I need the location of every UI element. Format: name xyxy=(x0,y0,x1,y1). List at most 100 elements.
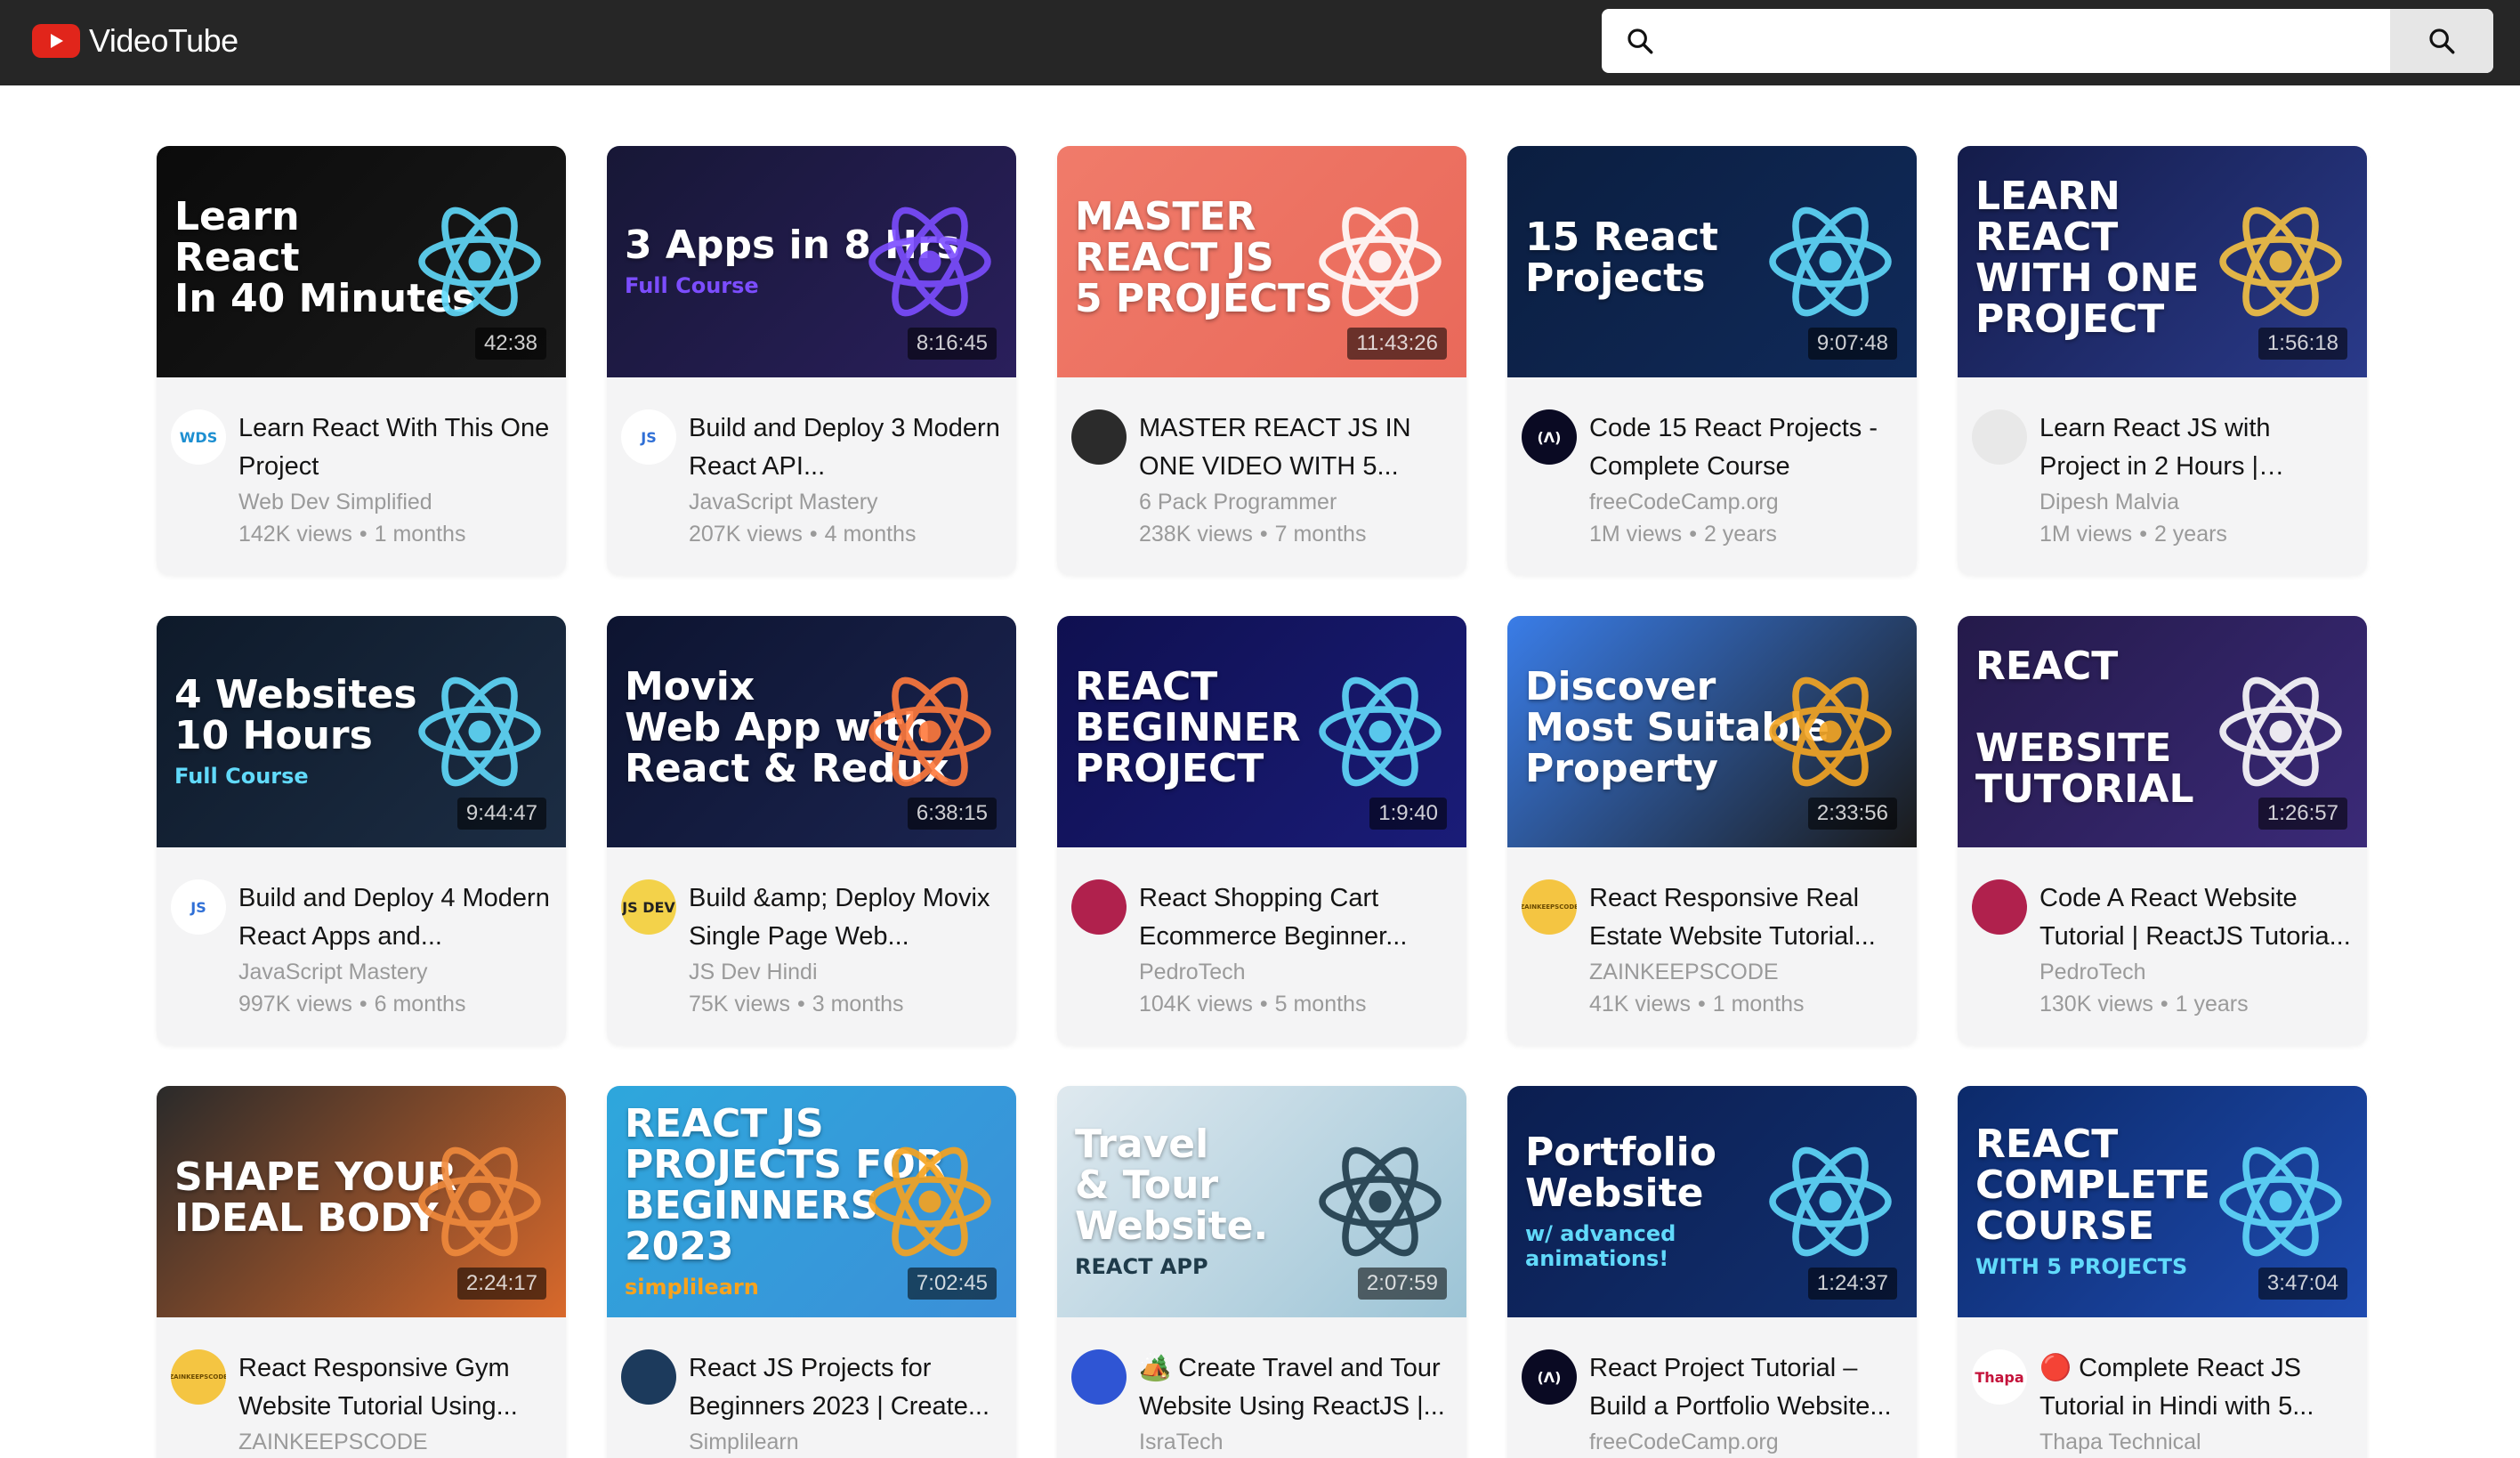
meta-separator: • xyxy=(809,522,818,547)
channel-name[interactable]: Web Dev Simplified xyxy=(238,486,550,518)
video-title[interactable]: 🔴 Complete React JS Tutorial in Hindi wi… xyxy=(2039,1349,2351,1426)
channel-avatar[interactable] xyxy=(1972,879,2027,935)
video-title[interactable]: Build and Deploy 3 Modern React API... xyxy=(689,409,1000,486)
channel-avatar[interactable] xyxy=(621,1349,676,1405)
video-title[interactable]: Code A React Website Tutorial | ReactJS … xyxy=(2039,879,2351,956)
upload-age: 6 months xyxy=(374,992,466,1017)
video-card[interactable]: Learn React In 40 Minutes 42:38 WDS Lear… xyxy=(157,146,566,575)
video-meta: 142K views • 1 months xyxy=(238,518,550,550)
channel-name[interactable]: ZAINKEEPSCODE xyxy=(238,1426,550,1458)
video-title[interactable]: Learn React JS with Project in 2 Hours |… xyxy=(2039,409,2351,486)
channel-name[interactable]: freeCodeCamp.org xyxy=(1589,486,1901,518)
view-count: 41K views xyxy=(1589,992,1691,1017)
video-title[interactable]: React Project Tutorial – Build a Portfol… xyxy=(1589,1349,1901,1426)
channel-avatar[interactable]: (Λ) xyxy=(1522,1349,1577,1405)
duration-badge: 9:44:47 xyxy=(456,798,546,830)
channel-avatar[interactable] xyxy=(1071,409,1127,465)
video-title[interactable]: Build &amp; Deploy Movix Single Page Web… xyxy=(689,879,1000,956)
channel-name[interactable]: IsraTech xyxy=(1139,1426,1450,1458)
video-title[interactable]: React Shopping Cart Ecommerce Beginner..… xyxy=(1139,879,1450,956)
video-card[interactable]: 4 Websites 10 Hours Full Course 9:44:47 … xyxy=(157,616,566,1045)
channel-name[interactable]: JavaScript Mastery xyxy=(238,956,550,988)
video-thumbnail[interactable]: 15 React Projects 9:07:48 xyxy=(1507,146,1917,377)
meta-separator: • xyxy=(1697,992,1706,1017)
video-card[interactable]: REACT BEGINNER PROJECT 1:9:40 React Shop… xyxy=(1057,616,1466,1045)
react-atom-icon xyxy=(1769,676,1892,787)
channel-avatar[interactable] xyxy=(1972,409,2027,465)
video-card[interactable]: MASTER REACT JS 5 PROJECTS 11:43:26 MAST… xyxy=(1057,146,1466,575)
video-card[interactable]: 3 Apps in 8 Hrs Full Course 8:16:45 JS B… xyxy=(607,146,1016,575)
video-card[interactable]: Discover Most Suitable Property 2:33:56 … xyxy=(1507,616,1917,1045)
channel-avatar[interactable]: ZAINKEEPSCODE xyxy=(1522,879,1577,935)
search-button[interactable] xyxy=(2390,9,2493,73)
video-thumbnail[interactable]: SHAPE YOUR IDEAL BODY 2:24:17 xyxy=(157,1086,566,1317)
channel-avatar[interactable]: JS xyxy=(621,409,676,465)
video-thumbnail[interactable]: Discover Most Suitable Property 2:33:56 xyxy=(1507,616,1917,847)
video-card[interactable]: REACT JS PROJECTS FOR BEGINNERS 2023 sim… xyxy=(607,1086,1016,1458)
video-info: JS Build and Deploy 4 Modern React Apps … xyxy=(157,847,566,1020)
video-card[interactable]: REACT COMPLETE COURSE WITH 5 PROJECTS 3:… xyxy=(1958,1086,2367,1458)
video-meta: 104K views • 5 months xyxy=(1139,988,1450,1020)
video-meta: 207K views • 4 months xyxy=(689,518,1000,550)
video-thumbnail[interactable]: Travel & Tour Website. REACT APP 2:07:59 xyxy=(1057,1086,1466,1317)
channel-avatar[interactable] xyxy=(1071,1349,1127,1405)
duration-badge: 1:9:40 xyxy=(1369,798,1447,830)
video-title[interactable]: React Responsive Real Estate Website Tut… xyxy=(1589,879,1901,956)
channel-name[interactable]: JavaScript Mastery xyxy=(689,486,1000,518)
video-title[interactable]: MASTER REACT JS IN ONE VIDEO WITH 5... xyxy=(1139,409,1450,486)
channel-avatar[interactable] xyxy=(1071,879,1127,935)
channel-name[interactable]: Simplilearn xyxy=(689,1426,1000,1458)
logo[interactable]: VideoTube xyxy=(32,22,238,59)
video-thumbnail[interactable]: 3 Apps in 8 Hrs Full Course 8:16:45 xyxy=(607,146,1016,377)
video-thumbnail[interactable]: Learn React In 40 Minutes 42:38 xyxy=(157,146,566,377)
react-atom-icon xyxy=(2219,207,2342,317)
channel-avatar[interactable]: JS xyxy=(171,879,226,935)
video-card[interactable]: SHAPE YOUR IDEAL BODY 2:24:17 ZAINKEEPSC… xyxy=(157,1086,566,1458)
video-info: ZAINKEEPSCODE React Responsive Real Esta… xyxy=(1507,847,1917,1020)
channel-name[interactable]: Dipesh Malvia xyxy=(2039,486,2351,518)
video-card[interactable]: Movix Web App with React & Redux 6:38:15… xyxy=(607,616,1016,1045)
channel-name[interactable]: 6 Pack Programmer xyxy=(1139,486,1450,518)
channel-avatar[interactable]: Thapa xyxy=(1972,1349,2027,1405)
video-thumbnail[interactable]: MASTER REACT JS 5 PROJECTS 11:43:26 xyxy=(1057,146,1466,377)
video-title[interactable]: Learn React With This One Project xyxy=(238,409,550,486)
video-thumbnail[interactable]: REACT BEGINNER PROJECT 1:9:40 xyxy=(1057,616,1466,847)
video-title[interactable]: React Responsive Gym Website Tutorial Us… xyxy=(238,1349,550,1426)
channel-name[interactable]: JS Dev Hindi xyxy=(689,956,1000,988)
video-thumbnail[interactable]: REACT COMPLETE COURSE WITH 5 PROJECTS 3:… xyxy=(1958,1086,2367,1317)
video-thumbnail[interactable]: LEARN REACT WITH ONE PROJECT 1:56:18 xyxy=(1958,146,2367,377)
video-title[interactable]: Code 15 React Projects - Complete Course xyxy=(1589,409,1901,486)
video-thumbnail[interactable]: REACT JS PROJECTS FOR BEGINNERS 2023 sim… xyxy=(607,1086,1016,1317)
video-card[interactable]: Portfolio Website w/ advanced animations… xyxy=(1507,1086,1917,1458)
video-thumbnail[interactable]: REACT WEBSITE TUTORIAL 1:26:57 xyxy=(1958,616,2367,847)
channel-avatar[interactable]: WDS xyxy=(171,409,226,465)
duration-badge: 8:16:45 xyxy=(907,328,997,360)
channel-name[interactable]: PedroTech xyxy=(2039,956,2351,988)
video-meta: 75K views • 3 months xyxy=(689,988,1000,1020)
video-card[interactable]: 15 React Projects 9:07:48 (Λ) Code 15 Re… xyxy=(1507,146,1917,575)
channel-name[interactable]: Thapa Technical xyxy=(2039,1426,2351,1458)
video-title[interactable]: React JS Projects for Beginners 2023 | C… xyxy=(689,1349,1000,1426)
video-title[interactable]: Build and Deploy 4 Modern React Apps and… xyxy=(238,879,550,956)
video-card[interactable]: Travel & Tour Website. REACT APP 2:07:59… xyxy=(1057,1086,1466,1458)
duration-badge: 9:07:48 xyxy=(1807,328,1897,360)
channel-avatar[interactable]: JS DEV xyxy=(621,879,676,935)
react-atom-icon xyxy=(418,676,541,787)
upload-age: 2 years xyxy=(2153,522,2227,547)
channel-name[interactable]: freeCodeCamp.org xyxy=(1589,1426,1901,1458)
video-card[interactable]: REACT WEBSITE TUTORIAL 1:26:57 Code A Re… xyxy=(1958,616,2367,1045)
channel-avatar[interactable]: (Λ) xyxy=(1522,409,1577,465)
channel-name[interactable]: ZAINKEEPSCODE xyxy=(1589,956,1901,988)
react-atom-icon xyxy=(418,207,541,317)
video-thumbnail[interactable]: Movix Web App with React & Redux 6:38:15 xyxy=(607,616,1016,847)
channel-name[interactable]: PedroTech xyxy=(1139,956,1450,988)
video-thumbnail[interactable]: 4 Websites 10 Hours Full Course 9:44:47 xyxy=(157,616,566,847)
meta-separator: • xyxy=(2160,992,2169,1017)
video-meta: 1M views • 2 years xyxy=(2039,518,2351,550)
video-card[interactable]: LEARN REACT WITH ONE PROJECT 1:56:18 Lea… xyxy=(1958,146,2367,575)
video-title[interactable]: 🏕️ Create Travel and Tour Website Using … xyxy=(1139,1349,1450,1426)
channel-avatar[interactable]: ZAINKEEPSCODE xyxy=(171,1349,226,1405)
duration-badge: 2:33:56 xyxy=(1807,798,1897,830)
search-input[interactable] xyxy=(1678,9,2390,73)
video-thumbnail[interactable]: Portfolio Website w/ advanced animations… xyxy=(1507,1086,1917,1317)
